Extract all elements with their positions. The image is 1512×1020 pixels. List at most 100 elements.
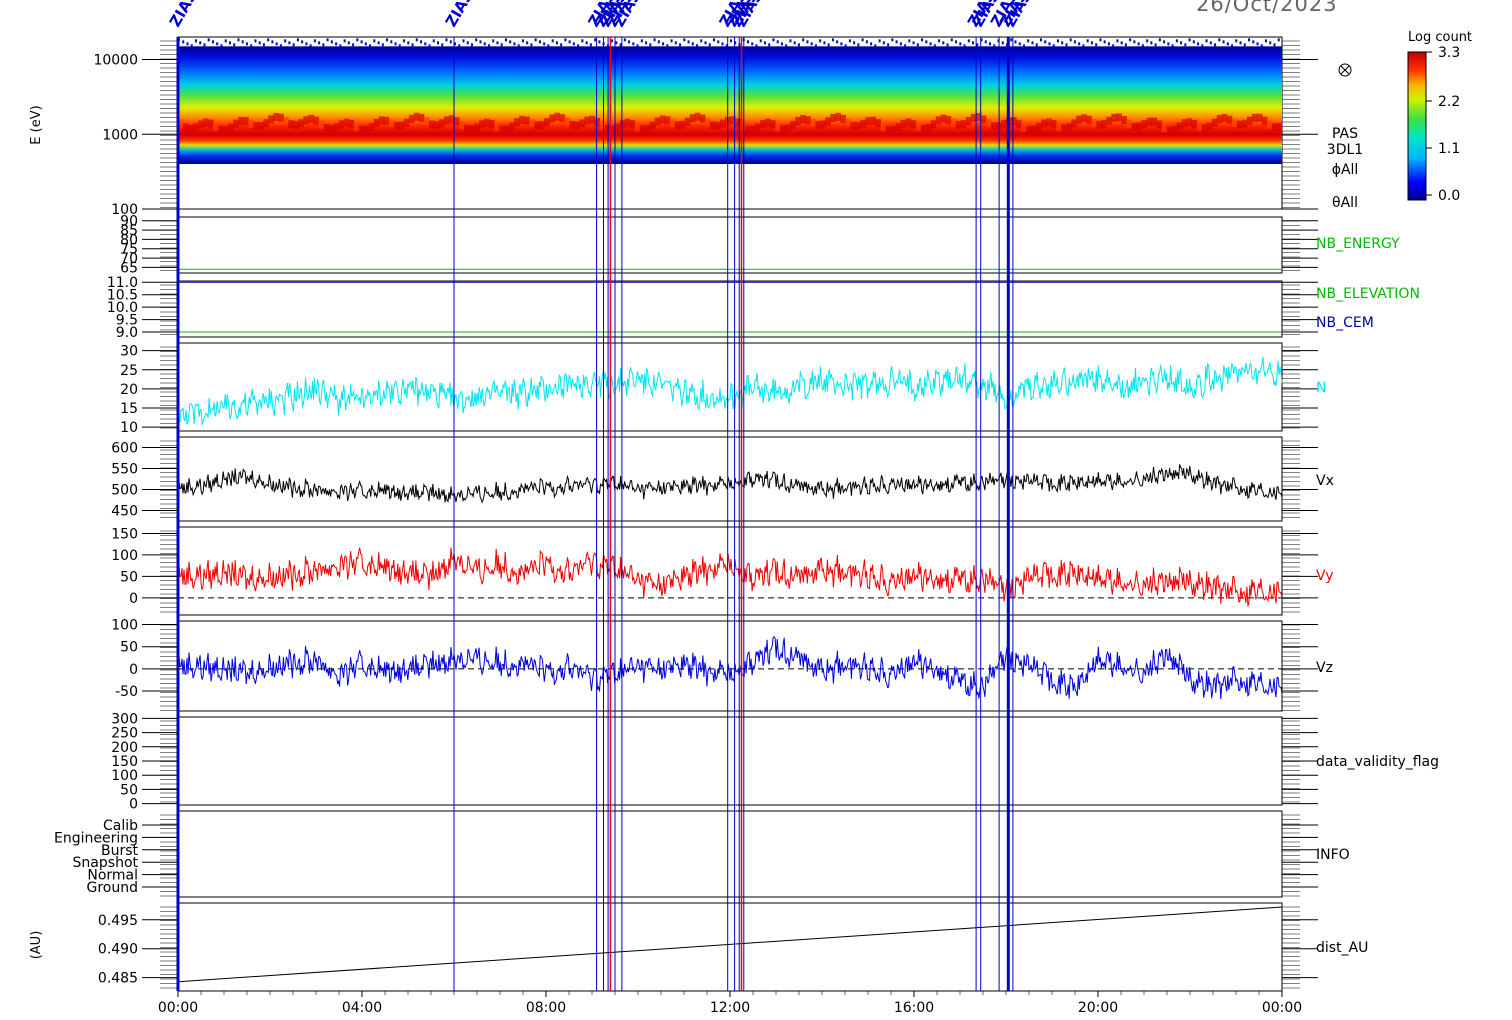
- spectrogram-cell: [519, 115, 525, 124]
- spectrogram-cell: [564, 38, 567, 42]
- spectrogram-cell: [1216, 115, 1223, 124]
- spectrogram-cell: [921, 38, 924, 42]
- spectrogram-cell: [1277, 38, 1280, 42]
- spectrogram-cell: [1126, 120, 1132, 129]
- spectrogram-cell: [772, 38, 775, 42]
- x-tick-label: 00:00: [1262, 1000, 1302, 1016]
- spectrogram-cell: [1021, 123, 1027, 132]
- spectrogram-cell: [188, 124, 194, 133]
- spectrogram-cell: [432, 39, 435, 43]
- spectrogram-cell: [1116, 39, 1119, 43]
- data-series: [177, 268, 1283, 983]
- spectrogram-cell: [262, 43, 265, 47]
- spectrogram-cell: [870, 116, 877, 125]
- spectrogram-cell: [207, 38, 210, 42]
- spectrogram-cell: [474, 123, 480, 132]
- tick-label: 10000: [93, 53, 138, 69]
- spectrogram-cell: [1031, 41, 1034, 45]
- spectrogram-cell: [1146, 117, 1153, 126]
- spectrogram-cell: [1101, 119, 1107, 128]
- spectrogram-cell: [785, 124, 791, 133]
- spectrogram-cell: [719, 119, 726, 128]
- panel-frame: [177, 810, 1283, 898]
- spectrogram-cell: [292, 43, 295, 47]
- colorbar-tick-label: 0.0: [1438, 188, 1460, 204]
- spectrogram-cell: [912, 41, 915, 45]
- spectrogram-cell: [1235, 39, 1238, 43]
- spectrogram-cell: [248, 119, 254, 128]
- spectrogram-cell: [679, 43, 682, 47]
- spectrogram-cell: [835, 112, 841, 121]
- spectrogram-cell: [441, 43, 444, 47]
- spectrogram-cell: [1011, 117, 1017, 126]
- x-tick-label: 12:00: [710, 1000, 750, 1016]
- spectrogram-cell: [279, 44, 282, 48]
- event-label: ZIAS: [166, 0, 201, 30]
- spectrogram-cell: [1141, 44, 1144, 48]
- spectrogram-cell: [1061, 124, 1067, 133]
- spectrogram-cell: [504, 125, 510, 134]
- spectrogram-band: [178, 46, 1282, 164]
- spectrogram-cell: [348, 119, 355, 128]
- spectrogram-cell: [445, 38, 448, 42]
- spectrogram-cell: [860, 119, 866, 128]
- spectrogram-cell: [696, 44, 699, 48]
- spectrogram-cell: [303, 116, 309, 125]
- spectrogram-cell: [776, 40, 779, 44]
- spectrogram-cell: [704, 118, 711, 127]
- spectrogram-cell: [1156, 120, 1163, 129]
- spectrogram-cell: [910, 120, 917, 129]
- spectrogram-cell: [819, 39, 822, 43]
- colorbar-tick-label: 1.1: [1438, 141, 1460, 157]
- spectrogram-cell: [1175, 39, 1178, 43]
- spectrogram-cell: [746, 40, 749, 44]
- tick-label: 25: [120, 363, 138, 379]
- spectrogram-cell: [750, 125, 756, 134]
- spectrogram-cell: [278, 113, 284, 122]
- dist-series: [177, 906, 1283, 983]
- spectrogram-cell: [373, 39, 376, 43]
- spectrogram-cell: [619, 43, 622, 47]
- spectrogram-cell: [823, 41, 826, 45]
- spectrogram-cell: [1260, 44, 1263, 48]
- spectrogram-cell: [1014, 40, 1017, 44]
- spectrogram-cell: [1265, 39, 1268, 43]
- spectrogram-cell: [806, 40, 809, 44]
- spectrogram-cell: [356, 38, 359, 42]
- spectrogram-cell: [972, 41, 975, 45]
- spectrogram-cell: [1226, 115, 1233, 124]
- tick-label: 100: [111, 618, 138, 634]
- spectrogram-cell: [521, 39, 524, 43]
- spectrogram-cell: [865, 40, 868, 44]
- panel-frame: [177, 716, 1283, 806]
- axis-ticks: 100001000100E (eV) PAS3DL1ϕAllθAll3.32.21…: [29, 40, 1460, 1016]
- spectrogram-cell: [878, 39, 881, 43]
- spectrogram-cell: [529, 119, 535, 128]
- spectrogram-cell: [689, 114, 696, 123]
- spectrogram-cell: [674, 121, 681, 130]
- tick-label: 15: [120, 401, 138, 417]
- spectrogram-cell: [1065, 43, 1068, 47]
- spectrogram-cell: [636, 44, 639, 48]
- spectrogram-cell: [1073, 40, 1076, 44]
- spectrogram-cell: [377, 41, 380, 45]
- tick-label: 65: [120, 260, 138, 276]
- x-tick-label: 04:00: [342, 1000, 382, 1016]
- spectrogram-cell: [373, 118, 380, 127]
- spectrogram-cell: [1201, 124, 1208, 133]
- spectrogram-cell: [730, 39, 732, 43]
- spectrogram-cell: [1161, 124, 1168, 133]
- spectrogram-cell: [940, 114, 947, 123]
- spectrogram-cell: [980, 115, 987, 124]
- spectrogram-cell: [393, 121, 400, 130]
- panel-label: NB_ELEVATION: [1316, 286, 1420, 302]
- spectrogram-cell: [1035, 43, 1038, 47]
- tick-label: 50: [120, 569, 138, 585]
- spectrogram-cell: [1246, 116, 1253, 125]
- spectrogram-cell: [827, 43, 830, 47]
- spectrogram-cell: [1271, 123, 1278, 132]
- spectrogram-cell: [1191, 119, 1198, 128]
- spectrogram-cell: [423, 117, 430, 126]
- spectrogram-cell: [891, 38, 894, 42]
- spectrogram-cell: [644, 125, 651, 134]
